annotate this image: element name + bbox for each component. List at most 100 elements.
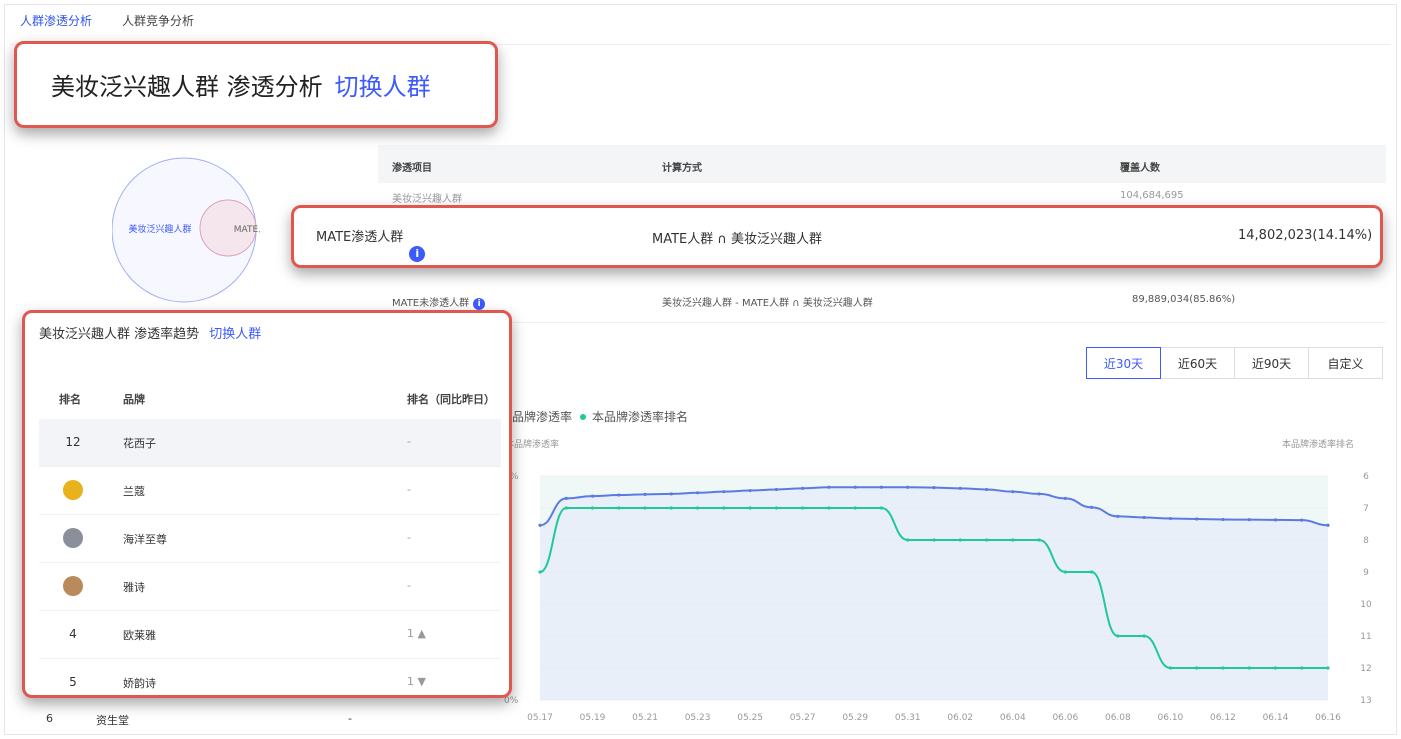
tab-competition-analysis[interactable]: 人群竞争分析	[122, 12, 194, 29]
y-tick-label: 6	[1363, 472, 1369, 482]
data-point	[1116, 634, 1120, 638]
rank-num: 12	[65, 435, 81, 449]
brand-name: 欧莱雅	[123, 629, 156, 642]
data-point	[1273, 518, 1278, 522]
data-point	[1300, 666, 1304, 670]
x-tick-label: 06.06	[1052, 713, 1078, 723]
row-name: 美妆泛兴趣人群	[392, 194, 462, 205]
data-point	[643, 506, 647, 510]
range-custom-button[interactable]: 自定义	[1308, 347, 1383, 379]
tab-penetration-analysis[interactable]: 人群渗透分析	[20, 12, 92, 29]
range-60-button[interactable]: 近60天	[1160, 347, 1235, 379]
data-point	[853, 506, 857, 510]
data-point	[696, 491, 700, 495]
chart-legend: 本品牌渗透率 本品牌渗透率排名	[500, 408, 688, 425]
data-point	[722, 506, 726, 510]
list-item[interactable]: 海洋至尊 -	[39, 515, 501, 563]
data-point	[1326, 523, 1330, 527]
data-point	[827, 485, 831, 489]
rank-change: -	[407, 483, 411, 496]
rank-change: 1 ▼	[407, 675, 426, 688]
info-icon[interactable]: i	[409, 246, 426, 262]
data-point	[617, 506, 621, 510]
data-point	[748, 506, 752, 510]
venn-label-interest: 美妆泛兴趣人群	[128, 223, 191, 235]
data-point	[932, 538, 936, 542]
rank-change: -	[348, 712, 352, 725]
data-point	[1221, 517, 1225, 522]
list-item[interactable]: 雅诗 -	[39, 563, 501, 611]
date-range-selector: 近30天 近60天 近90天 自定义	[1086, 347, 1383, 379]
list-item[interactable]: 4 欧莱雅 1 ▲	[39, 611, 501, 659]
list-item[interactable]: 12 花西子 -	[39, 419, 501, 467]
data-point	[669, 492, 673, 496]
data-point	[906, 485, 910, 489]
data-point	[1273, 666, 1278, 670]
data-point	[774, 506, 778, 510]
y-tick-label: 9	[1363, 568, 1369, 578]
data-point	[1168, 516, 1172, 521]
data-point	[1142, 634, 1146, 638]
header-brand: 品牌	[123, 393, 145, 406]
data-point	[958, 538, 962, 542]
row-formula: MATE人群 ∩ 美妆泛兴趣人群	[652, 232, 823, 247]
switch-audience-link[interactable]: 切换人群	[209, 327, 261, 342]
data-point	[1116, 514, 1120, 518]
row-name: MATE渗透人群 i	[316, 226, 426, 262]
row-formula: 美妆泛兴趣人群 - MATE人群 ∩ 美妆泛兴趣人群	[662, 298, 873, 309]
page-title: 美妆泛兴趣人群 渗透分析	[51, 73, 323, 101]
header-rank: 排名	[59, 393, 81, 406]
list-item[interactable]: 兰蔻 -	[39, 467, 501, 515]
data-point	[774, 487, 778, 492]
data-point	[958, 486, 962, 490]
legend-series2[interactable]: 本品牌渗透率排名	[592, 410, 688, 424]
switch-audience-link[interactable]: 切换人群	[335, 67, 431, 102]
brand-logo-icon	[63, 528, 83, 548]
header-item: 渗透项目	[392, 163, 432, 174]
data-point	[590, 494, 595, 498]
range-30-button[interactable]: 近30天	[1086, 347, 1161, 379]
data-point	[696, 506, 700, 510]
data-point	[932, 486, 936, 490]
data-point	[1247, 518, 1251, 522]
data-point	[1168, 666, 1172, 670]
y-tick-label: 8	[1363, 536, 1369, 546]
row-name-text: MATE渗透人群	[316, 230, 404, 245]
data-point	[1326, 666, 1330, 670]
ranking-title-text: 美妆泛兴趣人群 渗透率趋势	[39, 327, 200, 342]
rank-num: 5	[69, 675, 77, 689]
right-axis-title: 本品牌渗透率排名	[1282, 440, 1355, 450]
page: 人群渗透分析 人群竞争分析 美妆泛兴趣人群 MATE人群 渗透项目 计算方式 覆…	[0, 0, 1401, 739]
x-tick-label: 05.31	[895, 713, 921, 723]
range-90-button[interactable]: 近90天	[1234, 347, 1309, 379]
rank-num: 4	[69, 627, 77, 641]
row-count: 14,802,023(14.14%)	[1238, 228, 1373, 243]
x-tick-label: 06.12	[1210, 713, 1236, 723]
data-point	[1300, 518, 1304, 522]
data-point	[564, 496, 568, 500]
y-tick-label: 13	[1360, 696, 1371, 706]
y-tick-label: 11	[1360, 632, 1371, 642]
info-icon[interactable]: i	[473, 298, 486, 310]
data-point	[1037, 492, 1041, 496]
data-point	[984, 538, 989, 542]
data-point	[906, 538, 910, 542]
x-tick-label: 05.25	[737, 713, 763, 723]
x-tick-label: 06.04	[1000, 713, 1026, 723]
tab-bar: 人群渗透分析 人群竞争分析	[20, 12, 194, 29]
list-item[interactable]: 5 娇韵诗 1 ▼	[39, 659, 501, 695]
data-point	[617, 493, 621, 497]
x-tick-label: 06.14	[1263, 713, 1289, 723]
x-tick-label: 05.27	[790, 713, 816, 723]
brand-name: 资生堂	[96, 714, 129, 727]
data-point	[1037, 538, 1041, 542]
data-point	[1063, 496, 1067, 500]
y-left-tick-label: 0%	[504, 696, 519, 706]
x-tick-label: 05.23	[685, 713, 711, 723]
x-tick-label: 05.29	[842, 713, 868, 723]
data-point	[748, 488, 752, 493]
row-count: 89,889,034(85.86%)	[1132, 294, 1236, 305]
data-point	[564, 506, 568, 510]
venn-label-mate: MATE人群	[234, 223, 260, 235]
data-point	[1090, 505, 1094, 509]
